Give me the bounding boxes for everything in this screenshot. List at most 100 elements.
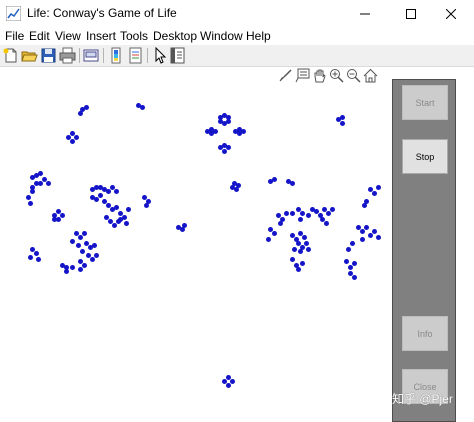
- live-cell: [290, 257, 295, 262]
- live-cell: [114, 189, 119, 194]
- live-cell: [302, 235, 307, 240]
- menu-bar: File Edit View Insert Tools Desktop Wind…: [0, 28, 474, 45]
- live-cell: [360, 229, 365, 234]
- live-cell: [304, 241, 309, 246]
- life-grid[interactable]: [0, 67, 392, 422]
- live-cell: [70, 265, 75, 270]
- live-cell: [226, 383, 231, 388]
- open-property-inspector-button[interactable]: [169, 47, 186, 64]
- live-cell: [126, 207, 131, 212]
- live-cell: [60, 213, 65, 218]
- live-cell: [352, 275, 357, 280]
- figure-window: Life: Conway's Game of Life File Edit Vi…: [0, 0, 474, 422]
- live-cell: [82, 263, 87, 268]
- close-window-button[interactable]: [428, 0, 474, 28]
- live-cell: [28, 255, 33, 260]
- menu-edit[interactable]: Edit: [29, 29, 50, 43]
- stop-button[interactable]: Stop: [402, 139, 448, 174]
- live-cell: [298, 249, 303, 254]
- live-cell: [340, 121, 345, 126]
- print-button[interactable]: [59, 47, 76, 64]
- live-cell: [94, 197, 99, 202]
- live-cell: [106, 189, 111, 194]
- live-cell: [346, 247, 351, 252]
- minimize-button[interactable]: [342, 0, 388, 28]
- live-cell: [80, 249, 85, 254]
- live-cell: [144, 203, 149, 208]
- window-title: Life: Conway's Game of Life: [27, 6, 177, 20]
- menu-desktop[interactable]: Desktop: [153, 29, 197, 43]
- toolbar-separator: [147, 48, 148, 63]
- live-cell: [38, 171, 43, 176]
- maximize-icon: [406, 9, 416, 19]
- edit-plot-button[interactable]: [151, 47, 168, 64]
- live-cell: [82, 231, 87, 236]
- minimize-icon: [360, 13, 370, 15]
- menu-file[interactable]: File: [5, 29, 24, 43]
- live-cell: [372, 229, 377, 234]
- insert-colorbar-icon: [111, 47, 121, 64]
- live-cell: [28, 201, 33, 206]
- live-cell: [292, 247, 297, 252]
- live-cell: [298, 217, 303, 222]
- live-cell: [46, 181, 51, 186]
- live-cell: [92, 243, 97, 248]
- toolbar-separator: [103, 48, 104, 63]
- open-file-icon: [21, 51, 38, 62]
- menu-tools[interactable]: Tools: [120, 29, 148, 43]
- figure-canvas: Start Stop Info Close: [0, 67, 474, 422]
- live-cell: [213, 129, 218, 134]
- live-cell: [182, 223, 187, 228]
- live-cell: [372, 191, 377, 196]
- live-cell: [76, 243, 81, 248]
- menu-view[interactable]: View: [55, 29, 81, 43]
- live-cell: [84, 105, 89, 110]
- live-cell: [368, 233, 373, 238]
- close-icon: [446, 9, 456, 19]
- live-cell: [78, 111, 83, 116]
- live-cell: [241, 129, 246, 134]
- live-cell: [230, 379, 235, 384]
- live-cell: [34, 181, 39, 186]
- live-cell: [376, 235, 381, 240]
- print-icon: [59, 47, 76, 64]
- live-cell: [350, 241, 355, 246]
- menu-help[interactable]: Help: [246, 29, 271, 43]
- save-button[interactable]: [40, 47, 57, 64]
- new-figure-button[interactable]: [2, 47, 19, 64]
- live-cell: [296, 267, 301, 272]
- live-cell: [116, 219, 121, 224]
- insert-colorbar-button[interactable]: [108, 47, 125, 64]
- live-cell: [272, 177, 277, 182]
- live-cell: [362, 203, 367, 208]
- live-cell: [78, 235, 83, 240]
- live-cell: [272, 231, 277, 236]
- link-plot-button[interactable]: [83, 47, 100, 64]
- live-cell: [90, 257, 95, 262]
- live-cell: [376, 185, 381, 190]
- live-cell: [306, 213, 311, 218]
- menu-window[interactable]: Window: [200, 29, 243, 43]
- insert-legend-button[interactable]: [127, 47, 144, 64]
- figure-toolbar: [0, 45, 474, 67]
- menu-insert[interactable]: Insert: [86, 29, 116, 43]
- control-panel: Start Stop Info Close: [392, 79, 456, 422]
- new-figure-icon: [3, 48, 17, 63]
- link-plot-icon: [83, 49, 99, 62]
- live-cell: [70, 139, 75, 144]
- edit-plot-icon: [155, 47, 167, 64]
- live-cell: [234, 187, 239, 192]
- title-bar: Life: Conway's Game of Life: [0, 0, 474, 28]
- live-cell: [124, 221, 129, 226]
- start-button[interactable]: Start: [402, 85, 448, 120]
- live-cell: [364, 225, 369, 230]
- live-cell: [326, 211, 331, 216]
- info-button[interactable]: Info: [402, 316, 448, 351]
- open-file-button[interactable]: [21, 47, 38, 64]
- live-cell: [340, 115, 345, 120]
- live-cell: [222, 121, 227, 126]
- live-cell: [30, 189, 35, 194]
- live-cell: [352, 261, 357, 266]
- live-cell: [64, 265, 69, 270]
- live-cell: [330, 207, 335, 212]
